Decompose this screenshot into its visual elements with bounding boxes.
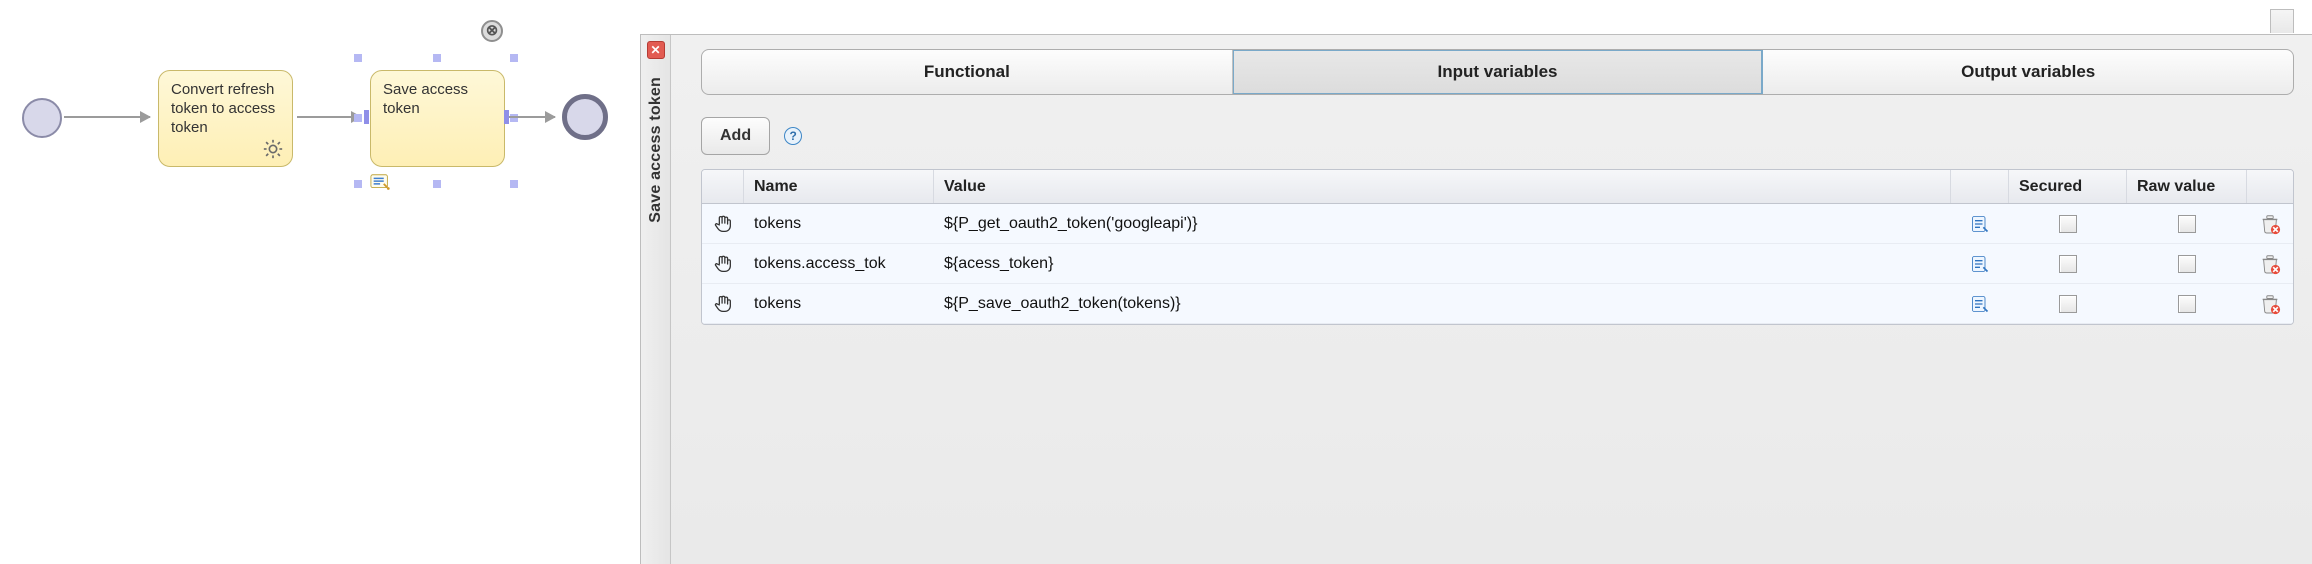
bpmn-task-label: Save access token [383, 81, 468, 117]
connector-anchor[interactable] [504, 110, 509, 124]
panel-resize-grip[interactable] [2270, 9, 2294, 33]
tab-label: Output variables [1961, 62, 2095, 82]
checkbox[interactable] [2178, 255, 2196, 273]
checkbox[interactable] [2178, 295, 2196, 313]
bpmn-sequence-flow[interactable] [509, 116, 555, 118]
drag-handle-icon[interactable] [702, 245, 744, 283]
panel-title: Save access token [647, 77, 665, 223]
bpmn-sequence-flow[interactable] [64, 116, 150, 118]
table-row[interactable]: tokens${P_get_oauth2_token('googleapi')} [702, 204, 2293, 244]
gear-icon [262, 138, 284, 160]
tab-output-variables[interactable]: Output variables [1763, 50, 2293, 94]
panel-titlebar: ✕ Save access token [641, 35, 671, 564]
cell-secured[interactable] [2009, 287, 2127, 321]
tab-input-variables[interactable]: Input variables [1233, 50, 1764, 94]
tab-label: Input variables [1438, 62, 1558, 82]
col-value[interactable]: Value [934, 170, 1951, 203]
cell-secured[interactable] [2009, 207, 2127, 241]
checkbox[interactable] [2059, 295, 2077, 313]
tabbar: Functional Input variables Output variab… [701, 49, 2294, 95]
selection-handle[interactable] [433, 180, 441, 188]
selection-handle[interactable] [510, 54, 518, 62]
cell-name[interactable]: tokens [744, 287, 934, 321]
drag-handle-icon[interactable] [702, 205, 744, 243]
table-header: Name Value Secured Raw value [702, 170, 2293, 204]
cell-value[interactable]: ${acess_token} [934, 247, 1951, 281]
button-label: Add [720, 127, 751, 145]
cell-name[interactable]: tokens.access_tok [744, 247, 934, 281]
selection-handle[interactable] [433, 54, 441, 62]
selection-handle[interactable] [510, 180, 518, 188]
selection-handle[interactable] [354, 54, 362, 62]
help-icon[interactable]: ? [784, 127, 802, 145]
cell-name[interactable]: tokens [744, 207, 934, 241]
table-row[interactable]: tokens${P_save_oauth2_token(tokens)} [702, 284, 2293, 324]
edit-expression-button[interactable] [1951, 246, 2009, 282]
checkbox[interactable] [2059, 255, 2077, 273]
col-secured[interactable]: Secured [2009, 170, 2127, 203]
delete-row-button[interactable] [2247, 285, 2293, 323]
bpmn-end-event[interactable] [562, 94, 608, 140]
edit-expression-button[interactable] [1951, 286, 2009, 322]
delete-row-button[interactable] [2247, 205, 2293, 243]
checkbox[interactable] [2178, 215, 2196, 233]
cell-raw[interactable] [2127, 287, 2247, 321]
bpmn-start-event[interactable] [22, 98, 62, 138]
add-variable-button[interactable]: Add [701, 117, 770, 155]
connector-anchor[interactable] [364, 110, 369, 124]
properties-panel: ✕ Save access token Functional Input var… [640, 34, 2312, 564]
variables-table: Name Value Secured Raw value tokens${P_g… [701, 169, 2294, 325]
col-raw[interactable]: Raw value [2127, 170, 2247, 203]
col-name[interactable]: Name [744, 170, 934, 203]
tab-functional[interactable]: Functional [702, 50, 1233, 94]
cell-value[interactable]: ${P_get_oauth2_token('googleapi')} [934, 207, 1951, 241]
drag-handle-icon[interactable] [702, 285, 744, 323]
cell-value[interactable]: ${P_save_oauth2_token(tokens)} [934, 287, 1951, 321]
close-panel-button[interactable]: ✕ [647, 41, 665, 59]
selection-handle[interactable] [354, 114, 362, 122]
bpmn-sequence-flow[interactable] [297, 116, 361, 118]
bpmn-task-save[interactable]: Save access token [370, 70, 505, 167]
bpmn-task-label: Convert refresh token to access token [171, 81, 275, 136]
edit-expression-button[interactable] [1951, 206, 2009, 242]
tab-label: Functional [924, 62, 1010, 82]
cell-raw[interactable] [2127, 207, 2247, 241]
delete-row-button[interactable] [2247, 245, 2293, 283]
bpmn-canvas[interactable]: Convert refresh token to access token Sa… [0, 0, 640, 564]
script-decorator-icon [370, 172, 392, 190]
checkbox[interactable] [2059, 215, 2077, 233]
remove-selection-icon[interactable]: ⊗ [481, 20, 503, 42]
bpmn-task-convert[interactable]: Convert refresh token to access token [158, 70, 293, 167]
help-glyph: ? [789, 129, 796, 143]
selection-handle[interactable] [354, 180, 362, 188]
table-row[interactable]: tokens.access_tok${acess_token} [702, 244, 2293, 284]
cell-raw[interactable] [2127, 247, 2247, 281]
cell-secured[interactable] [2009, 247, 2127, 281]
